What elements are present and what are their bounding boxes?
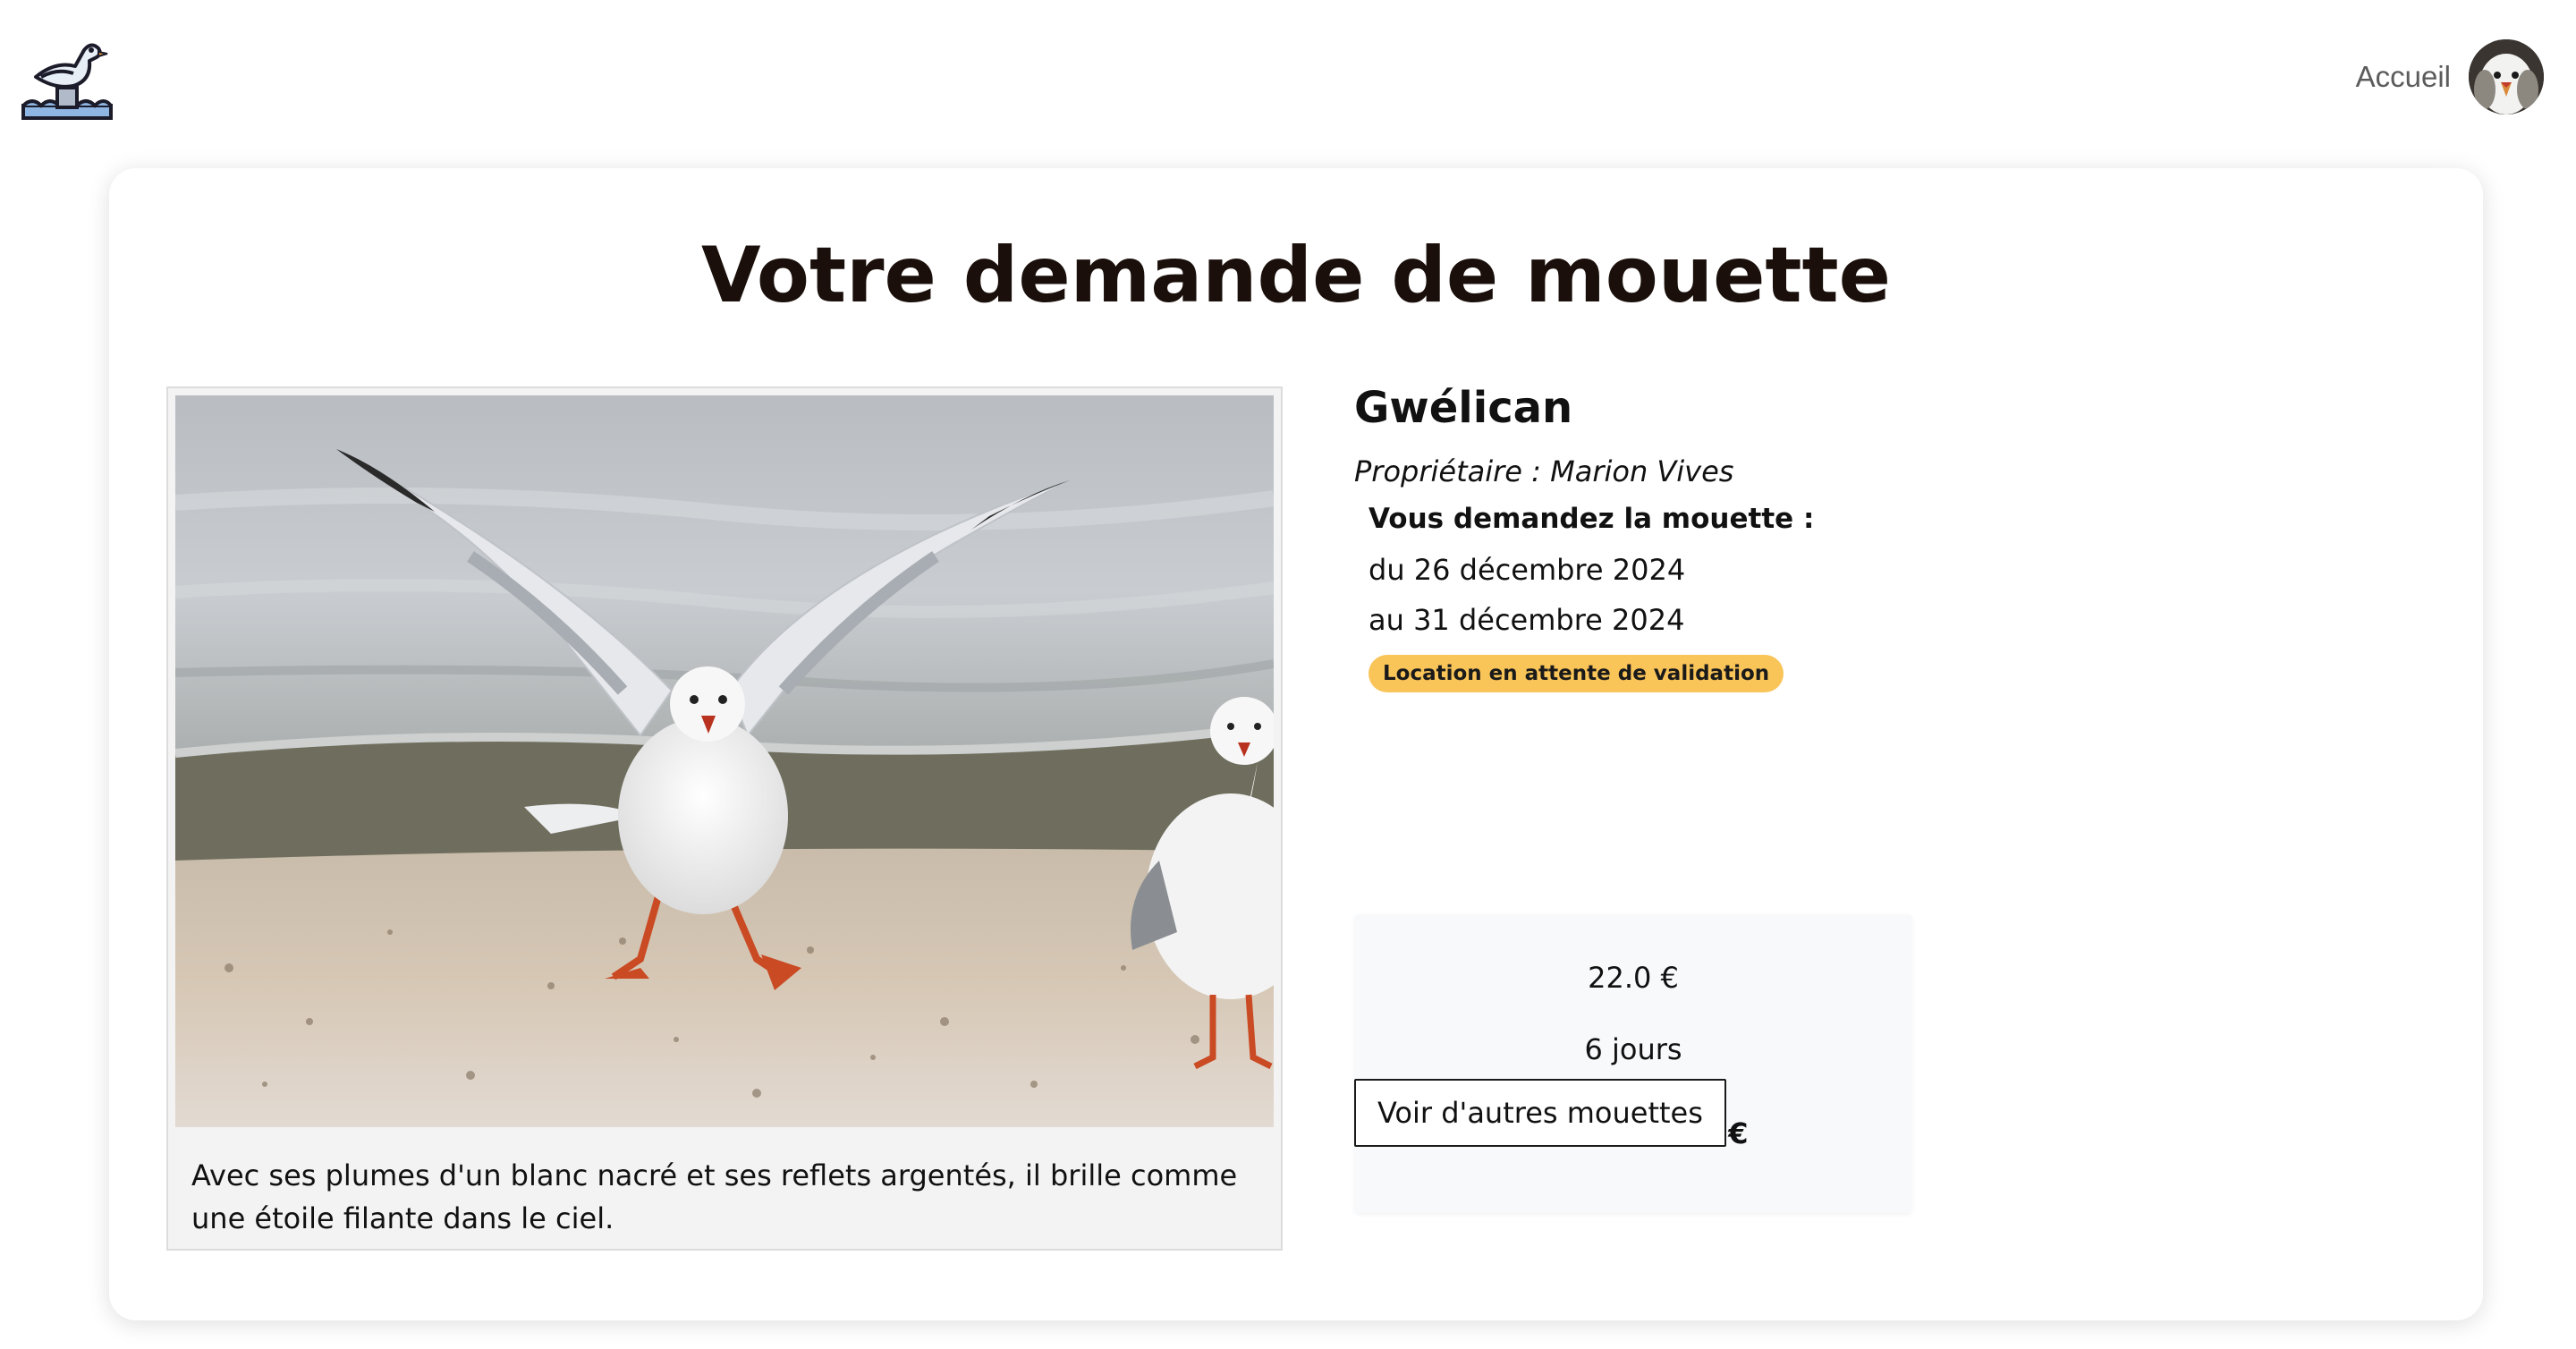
- gull-photo-panel: Avec ses plumes d'un blanc nacré et ses …: [166, 386, 1283, 1251]
- seagull-logo-icon[interactable]: [20, 30, 114, 125]
- home-link[interactable]: Accueil: [2356, 60, 2451, 94]
- navbar: Accueil: [0, 0, 2576, 161]
- see-other-gulls-button[interactable]: Voir d'autres mouettes: [1354, 1079, 1726, 1147]
- rental-days: 6 jours: [1584, 1032, 1682, 1066]
- seagull-photo: [175, 395, 1274, 1127]
- status-badge: Location en attente de validation: [1368, 655, 1784, 692]
- gull-description: Avec ses plumes d'un blanc nacré et ses …: [191, 1158, 1238, 1235]
- date-from: du 26 décembre 2024: [1368, 553, 1686, 587]
- price-summary: 22.0 € 6 jours Total : 132.0 €: [1354, 914, 1912, 1213]
- user-avatar[interactable]: [2469, 39, 2544, 115]
- page-title: Votre demande de mouette: [701, 231, 1891, 320]
- owner-line: Propriétaire : Marion Vives: [1354, 454, 1733, 488]
- date-to: au 31 décembre 2024: [1368, 603, 1685, 637]
- gull-name: Gwélican: [1354, 383, 1573, 433]
- owner-name: Marion Vives: [1550, 454, 1734, 488]
- request-card: Votre demande de mouette Avec ses plumes…: [109, 168, 2483, 1320]
- owner-prefix: Propriétaire :: [1354, 454, 1551, 488]
- price-per-day: 22.0 €: [1588, 961, 1679, 995]
- request-label: Vous demandez la mouette :: [1368, 503, 1815, 535]
- nav-right: Accueil: [2356, 39, 2544, 115]
